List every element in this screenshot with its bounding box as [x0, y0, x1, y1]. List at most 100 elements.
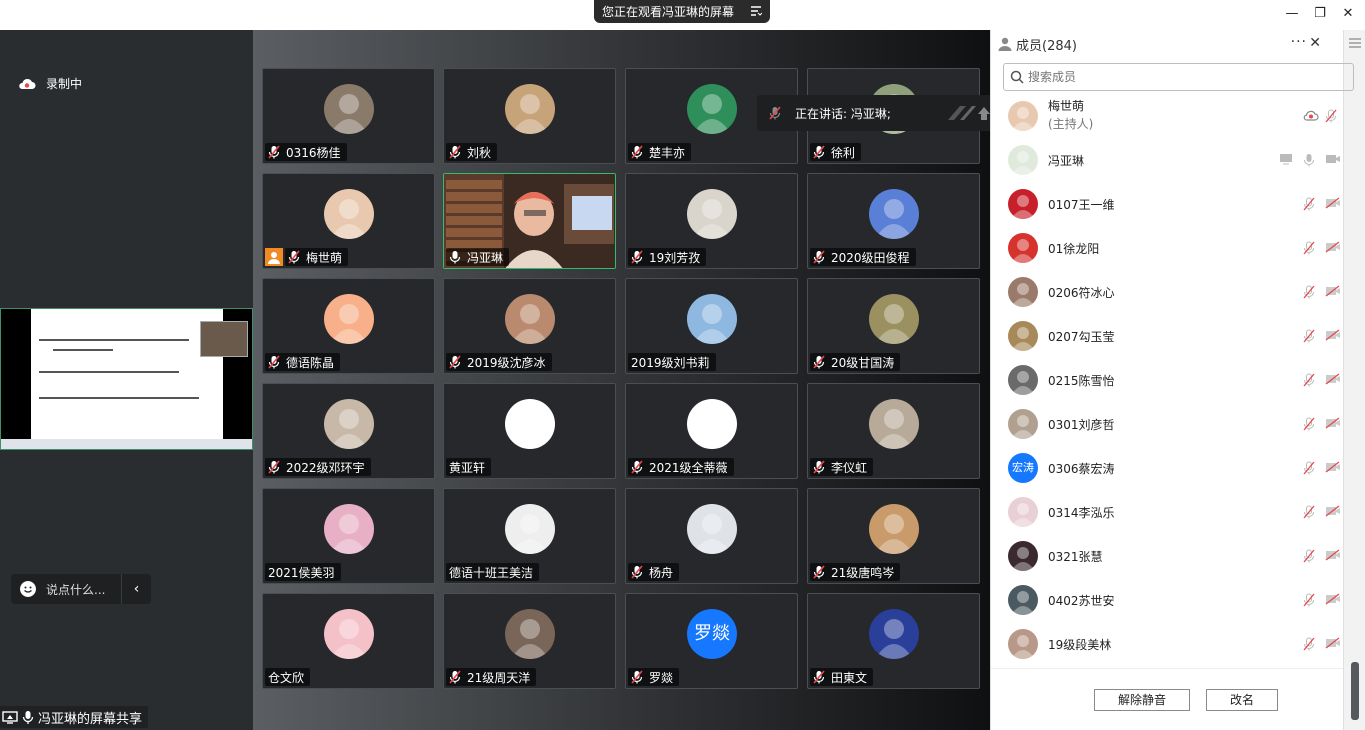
camera-off-icon[interactable] [1325, 505, 1341, 519]
muted-mic-icon[interactable] [1303, 373, 1317, 387]
cloud-record-icon [19, 78, 36, 89]
participant-tile[interactable]: 仓文欣 [262, 593, 435, 689]
member-name: 01徐龙阳 [1048, 242, 1100, 256]
participant-tile[interactable]: 2019级沈彦冰 [443, 278, 616, 374]
member-row[interactable]: 19级段美林 [991, 622, 1343, 666]
muted-mic-icon[interactable] [1303, 285, 1317, 299]
participant-tile[interactable]: 2019级刘书莉 [625, 278, 798, 374]
participant-tile[interactable]: 李仪虹 [807, 383, 980, 479]
muted-mic-icon [813, 565, 827, 579]
host-icon [265, 248, 283, 266]
member-search-box[interactable] [1003, 63, 1354, 91]
participant-tile[interactable]: 田東文 [807, 593, 980, 689]
member-row[interactable]: 0107王一维 [991, 182, 1343, 226]
participant-tile[interactable]: 0316杨佳 [262, 68, 435, 164]
muted-mic-icon[interactable] [1303, 637, 1317, 651]
member-row[interactable]: 0206符冰心 [991, 270, 1343, 314]
participant-tile[interactable]: 德语陈晶 [262, 278, 435, 374]
scrollbar-thumb[interactable] [1351, 662, 1359, 720]
member-name: 19级段美林 [1048, 638, 1112, 652]
screen-share-thumbnail[interactable] [0, 308, 253, 450]
recording-indicator[interactable]: 录制中 [18, 75, 82, 92]
microphone-icon[interactable] [1303, 153, 1317, 167]
camera-off-icon[interactable] [1325, 549, 1341, 563]
more-options-button[interactable]: ··· [1291, 34, 1307, 50]
search-icon [1010, 70, 1024, 84]
muted-mic-icon[interactable] [1303, 549, 1317, 563]
participant-tile[interactable]: 罗燚 罗燚 [625, 593, 798, 689]
muted-mic-icon[interactable] [1303, 461, 1317, 475]
restore-button[interactable]: ❐ [1312, 6, 1328, 22]
participant-tile[interactable]: 20级甘国涛 [807, 278, 980, 374]
participant-tile[interactable]: 黄亚轩 [443, 383, 616, 479]
muted-mic-icon[interactable] [1303, 197, 1317, 211]
camera-off-icon[interactable] [1325, 285, 1341, 299]
camera-off-icon[interactable] [1325, 329, 1341, 343]
camera-off-icon[interactable] [1325, 197, 1341, 211]
camera-off-icon[interactable] [1325, 637, 1341, 651]
participant-tile[interactable]: 21级唐鸣岑 [807, 488, 980, 584]
hamburger-icon[interactable] [1349, 38, 1361, 48]
participant-tile[interactable]: 21级周天洋 [443, 593, 616, 689]
member-row[interactable]: 宏涛 0306蔡宏涛 [991, 446, 1343, 490]
camera-off-icon[interactable] [1325, 593, 1341, 607]
rename-button[interactable]: 改名 [1206, 689, 1278, 711]
muted-mic-icon[interactable] [1303, 505, 1317, 519]
participant-tile[interactable]: 2020级田俊程 [807, 173, 980, 269]
chat-placeholder: 说点什么... [46, 582, 106, 597]
muted-mic-icon[interactable] [1303, 593, 1317, 607]
member-row[interactable]: 0402苏世安 [991, 578, 1343, 622]
close-members-button[interactable]: ✕ [1309, 35, 1321, 51]
member-row[interactable]: 0321张慧 [991, 534, 1343, 578]
muted-mic-icon [449, 355, 463, 369]
participant-tile[interactable]: 19刘芳孜 [625, 173, 798, 269]
unmute-all-button[interactable]: 解除静音 [1094, 689, 1190, 711]
participant-tile[interactable]: 冯亚琳 [443, 173, 616, 269]
emoji-icon[interactable] [20, 581, 36, 597]
participant-tile[interactable]: 刘秋 [443, 68, 616, 164]
microphone-icon [22, 710, 34, 724]
hand-icon [948, 106, 990, 120]
muted-mic-icon[interactable] [1303, 329, 1317, 343]
muted-mic-icon [813, 145, 827, 159]
close-window-button[interactable]: ✕ [1340, 6, 1356, 22]
participant-name: 楚丰亦 [649, 145, 686, 160]
member-avatar [1008, 101, 1038, 131]
member-row[interactable]: 梅世萌 (主持人) [991, 96, 1343, 138]
minimize-button[interactable]: — [1284, 6, 1300, 22]
participant-name: 21级唐鸣岑 [831, 565, 895, 580]
chat-input-box[interactable]: 说点什么... ‹ [11, 574, 151, 604]
participant-name: 20级甘国涛 [831, 355, 895, 370]
menu-icon[interactable] [750, 5, 762, 17]
camera-off-icon[interactable] [1325, 373, 1341, 387]
camera-off-icon[interactable] [1325, 241, 1341, 255]
participant-tile[interactable]: 2021侯美羽 [262, 488, 435, 584]
member-name: 0321张慧 [1048, 550, 1103, 564]
member-name: 冯亚琳 [1048, 154, 1085, 168]
participant-tile[interactable]: 梅世萌 [262, 173, 435, 269]
member-search-input[interactable] [1028, 70, 1328, 84]
muted-mic-icon [813, 670, 827, 684]
participant-avatar [324, 399, 374, 449]
member-row[interactable]: 冯亚琳 [991, 138, 1343, 182]
muted-mic-icon[interactable] [1303, 417, 1317, 431]
participant-label: 21级周天洋 [446, 668, 537, 686]
member-row[interactable]: 0301刘彦哲 [991, 402, 1343, 446]
camera-off-icon[interactable] [1325, 461, 1341, 475]
participant-name: 梅世萌 [306, 250, 343, 265]
participant-tile[interactable]: 2022级邓环宇 [262, 383, 435, 479]
member-avatar [1008, 409, 1038, 439]
member-row[interactable]: 0207勾玉莹 [991, 314, 1343, 358]
participant-tile[interactable]: 德语十班王美洁 [443, 488, 616, 584]
member-row[interactable]: 01徐龙阳 [991, 226, 1343, 270]
collapse-chat-button[interactable]: ‹ [121, 574, 151, 604]
sharing-banner[interactable]: 您正在观看冯亚琳的屏幕 [594, 0, 770, 23]
camera-off-icon[interactable] [1325, 417, 1341, 431]
participant-tile[interactable]: 2021级全蒂薇 [625, 383, 798, 479]
member-row[interactable]: 0215陈雪怡 [991, 358, 1343, 402]
muted-mic-icon[interactable] [1325, 109, 1341, 123]
muted-mic-icon[interactable] [1303, 241, 1317, 255]
member-row[interactable]: 0314李泓乐 [991, 490, 1343, 534]
camera-icon[interactable] [1325, 153, 1341, 167]
participant-tile[interactable]: 杨舟 [625, 488, 798, 584]
